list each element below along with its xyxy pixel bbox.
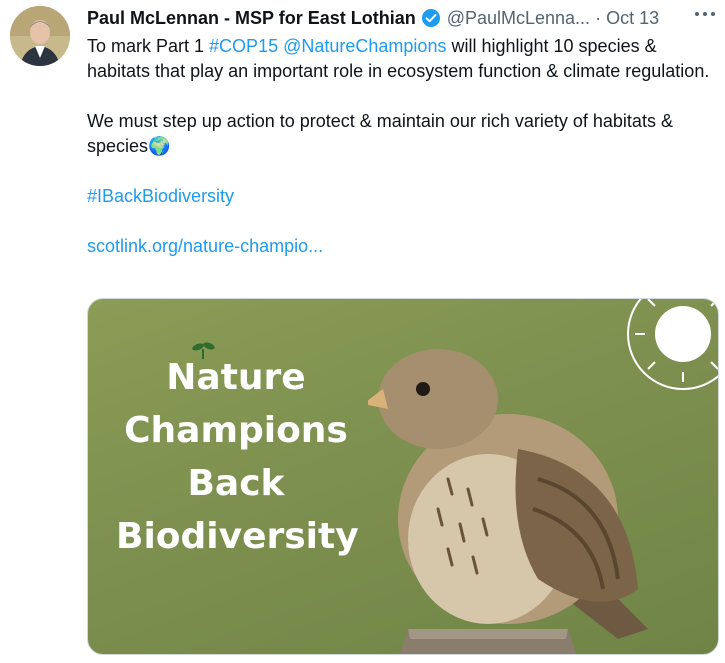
mention-naturechampions[interactable]: @NatureChampions [283, 36, 446, 56]
hashtag-ibackbiodiversity[interactable]: #IBackBiodiversity [87, 186, 234, 206]
tweet-image[interactable]: Nature Champions Back Biodiversity [87, 298, 719, 655]
tweet-paragraph-1: To mark Part 1 #COP15 @NatureChampions w… [87, 36, 710, 81]
tweet-paragraph-2: We must step up action to protect & main… [87, 111, 673, 156]
verified-badge-icon [421, 8, 441, 28]
hashtag-cop15[interactable]: #COP15 [209, 36, 278, 56]
organisation-seal-logo [627, 299, 718, 390]
tweet-link[interactable]: scotlink.org/nature-champio... [87, 236, 323, 256]
separator-dot: · [595, 7, 602, 28]
author-avatar[interactable] [10, 6, 70, 66]
tweet-body: To mark Part 1 #COP15 @NatureChampions w… [87, 34, 712, 259]
author-name[interactable]: Paul McLennan - MSP for East Lothian [87, 8, 416, 29]
tweet-header: Paul McLennan - MSP for East Lothian @Pa… [87, 6, 713, 30]
media-title: Nature Champions Back Biodiversity [116, 357, 359, 557]
tweet-date[interactable]: Oct 13 [606, 8, 659, 29]
globe-emoji: 🌍 [148, 136, 171, 156]
more-options-icon[interactable] [691, 4, 719, 24]
author-handle[interactable]: @PaulMcLenna... [447, 8, 590, 29]
